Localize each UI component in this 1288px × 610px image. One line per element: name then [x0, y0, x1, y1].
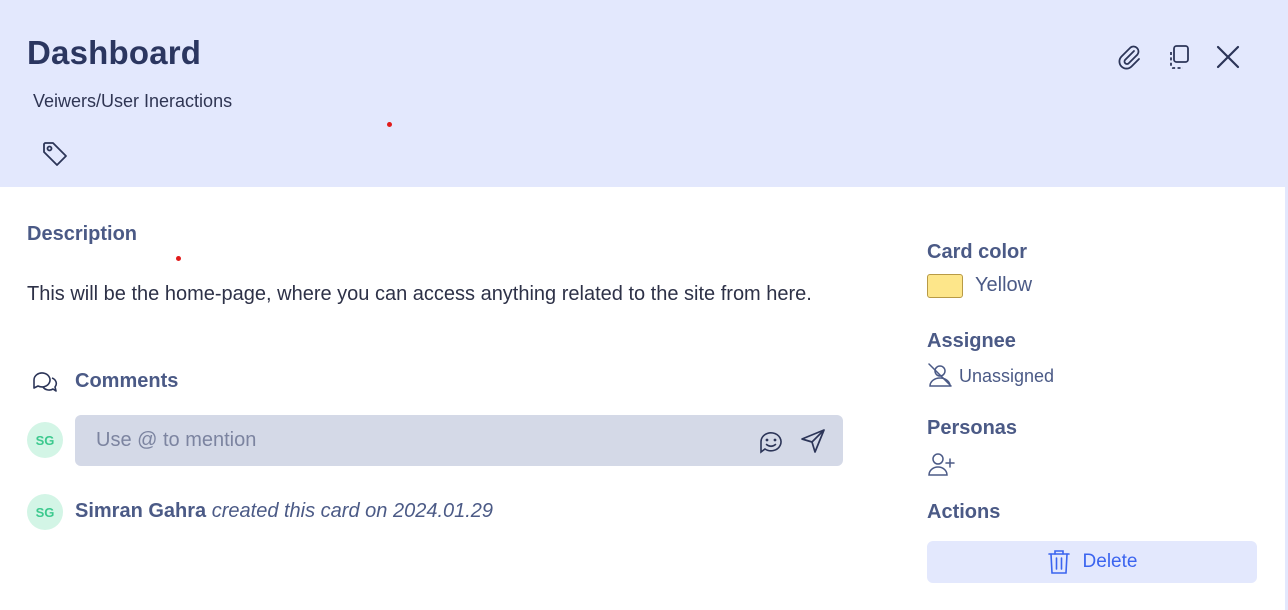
color-swatch[interactable] — [927, 274, 963, 298]
send-icon[interactable] — [799, 427, 827, 455]
card-header: Dashboard Veiwers/User Ineractions — [0, 0, 1288, 187]
paperclip-icon[interactable] — [1114, 42, 1144, 72]
copy-icon[interactable] — [1164, 42, 1194, 72]
close-icon[interactable] — [1213, 42, 1243, 72]
avatar: SG — [27, 422, 63, 458]
delete-button[interactable]: Delete — [927, 541, 1257, 583]
activity-user-name: Simran Gahra — [75, 500, 207, 522]
card-title[interactable]: Dashboard — [27, 34, 201, 72]
description-text[interactable]: This will be the home-page, where you ca… — [27, 276, 877, 312]
activity-entry: Simran Gahra created this card on 2024.0… — [75, 500, 493, 523]
delete-label: Delete — [1082, 551, 1138, 572]
activity-action-text: created this card on 2024.01.29 — [211, 500, 494, 522]
trash-icon — [1047, 550, 1070, 574]
assignee-value[interactable]: Unassigned — [959, 366, 1054, 387]
emoji-icon[interactable] — [757, 428, 785, 456]
description-label: Description — [27, 223, 138, 245]
card-color-label: Card color — [927, 241, 1028, 263]
avatar: SG — [27, 494, 63, 530]
comments-icon — [31, 368, 59, 396]
card-subtitle[interactable]: Veiwers/User Ineractions — [33, 91, 232, 112]
comment-input-container — [75, 415, 843, 466]
comments-label: Comments — [75, 370, 179, 392]
marker-dot — [176, 256, 181, 261]
comment-input[interactable] — [96, 415, 736, 466]
tag-icon[interactable] — [40, 139, 70, 169]
add-persona-icon[interactable] — [927, 450, 955, 478]
personas-label: Personas — [927, 417, 1018, 439]
marker-dot — [387, 122, 392, 127]
card-color-value[interactable]: Yellow — [975, 274, 1032, 297]
user-unassigned-icon[interactable] — [927, 362, 953, 388]
assignee-label: Assignee — [927, 330, 1016, 352]
actions-label: Actions — [927, 501, 1001, 523]
